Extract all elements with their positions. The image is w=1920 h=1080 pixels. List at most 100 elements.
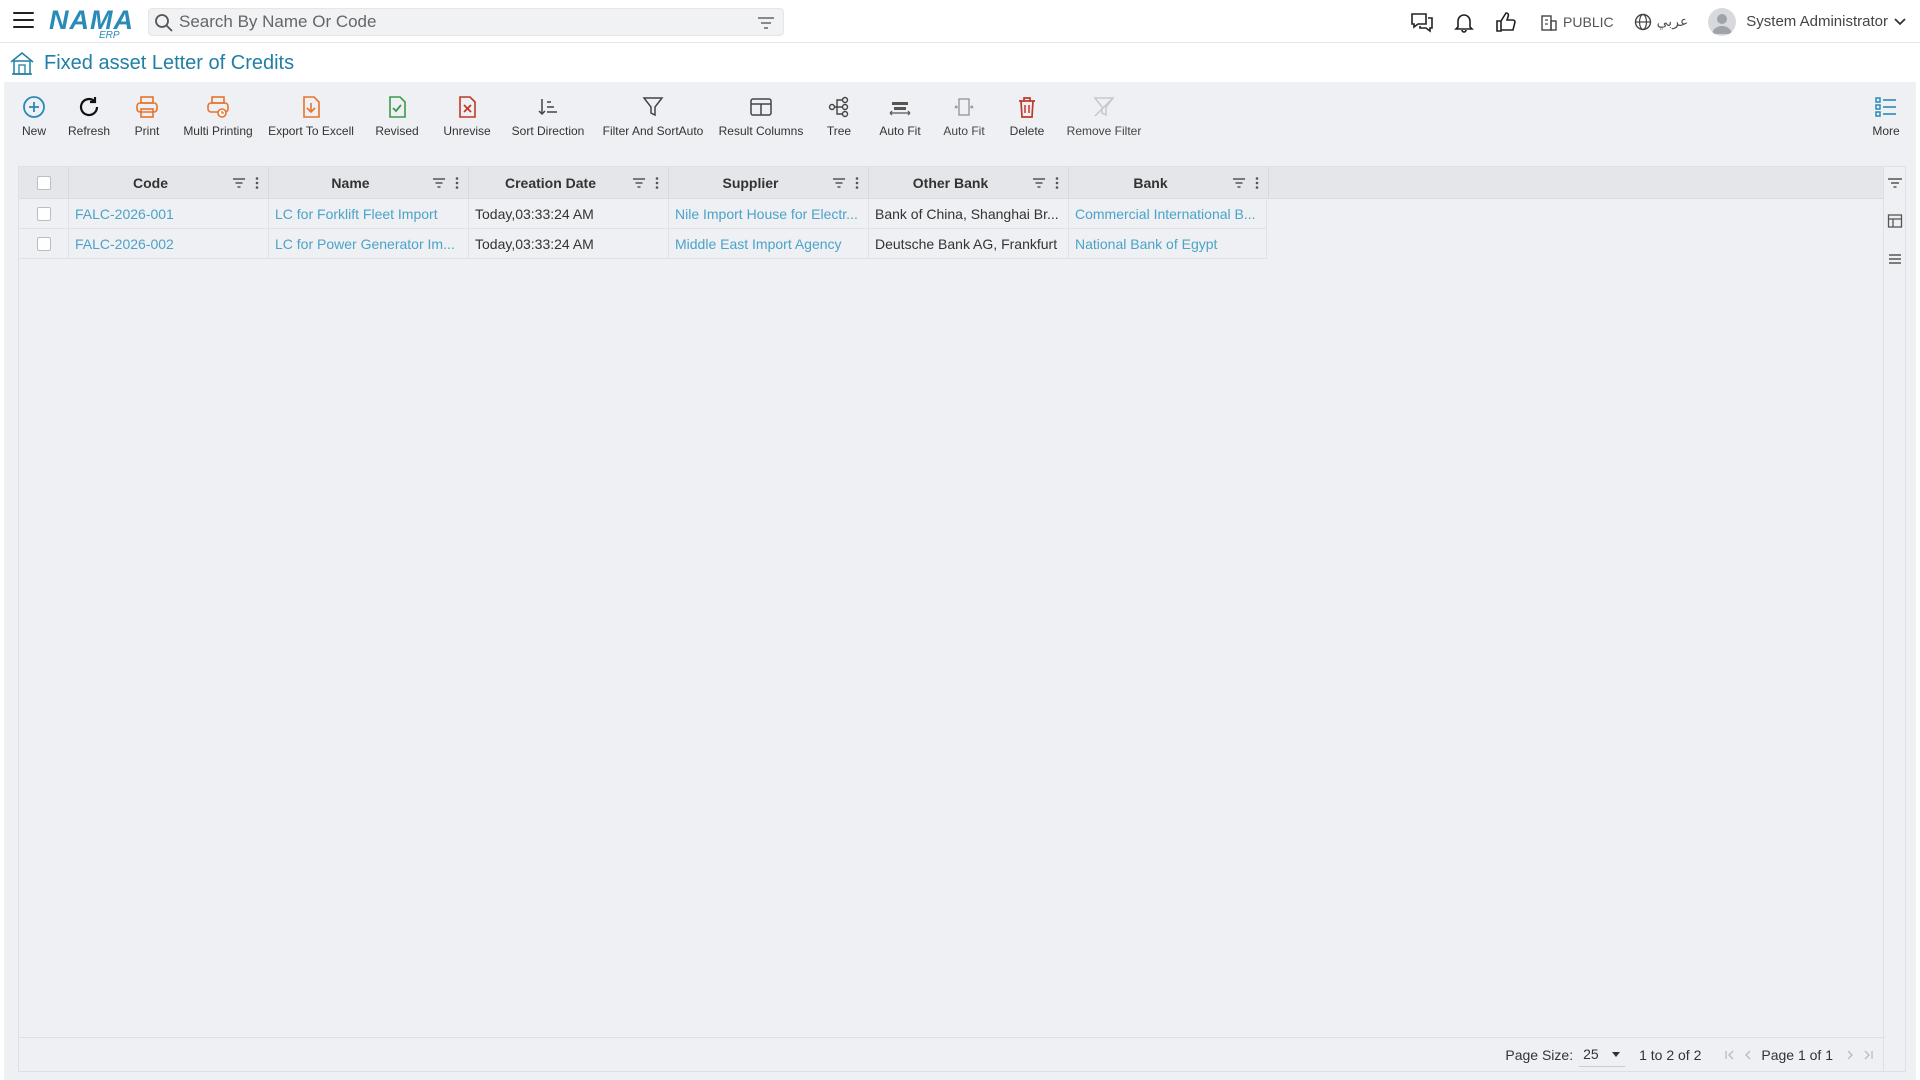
first-page-icon[interactable] bbox=[1723, 1048, 1737, 1062]
column-menu-icon[interactable] bbox=[652, 176, 662, 190]
supplier-cell[interactable]: Nile Import House for Electr... bbox=[669, 199, 869, 229]
chevron-down-icon bbox=[1894, 17, 1906, 25]
column-filter-icon[interactable] bbox=[832, 176, 846, 190]
row-checkbox[interactable] bbox=[36, 237, 51, 251]
export-excel-button[interactable]: Export To Excell bbox=[260, 82, 362, 152]
user-menu[interactable]: System Administrator bbox=[1708, 7, 1908, 36]
filter-lines-icon[interactable] bbox=[1887, 175, 1903, 191]
supplier-cell[interactable]: Middle East Import Agency bbox=[669, 229, 869, 259]
search-filter-icon[interactable] bbox=[757, 14, 775, 32]
page-size-value: 25 bbox=[1583, 1046, 1599, 1062]
language-selector[interactable]: عربي bbox=[1634, 13, 1688, 31]
remove-filter-label: Remove Filter bbox=[1066, 124, 1142, 138]
column-filter-icon[interactable] bbox=[632, 176, 646, 190]
bell-icon[interactable] bbox=[1450, 8, 1478, 36]
auto-fit-alt-button[interactable]: Auto Fit bbox=[932, 82, 996, 152]
column-header-creation-date[interactable]: Creation Date bbox=[469, 167, 669, 199]
column-menu-icon[interactable] bbox=[852, 176, 862, 190]
column-header-bank[interactable]: Bank bbox=[1069, 167, 1269, 199]
nama-erp-logo[interactable]: NAMA ERP bbox=[49, 5, 135, 39]
column-menu-icon[interactable] bbox=[1252, 176, 1262, 190]
page-size-label: Page Size: bbox=[1505, 1046, 1574, 1063]
multi-printing-label: Multi Printing bbox=[183, 124, 253, 138]
code-cell[interactable]: FALC-2026-001 bbox=[69, 199, 269, 229]
more-label: More bbox=[1872, 124, 1900, 138]
export-excel-label: Export To Excell bbox=[268, 124, 354, 138]
top-bar: NAMA ERP PUBLIC عربي System Administra bbox=[0, 0, 1920, 43]
column-menu-icon[interactable] bbox=[1052, 176, 1062, 190]
column-filter-icon[interactable] bbox=[1232, 176, 1246, 190]
column-menu-icon[interactable] bbox=[252, 176, 262, 190]
new-button[interactable]: New bbox=[8, 82, 60, 152]
list-icon[interactable] bbox=[1887, 251, 1903, 267]
creation-date-cell: Today,03:33:24 AM bbox=[469, 229, 669, 259]
bank-cell[interactable]: Commercial International B... bbox=[1069, 199, 1267, 229]
branch-selector[interactable]: PUBLIC bbox=[1540, 13, 1614, 31]
select-all-checkbox[interactable] bbox=[36, 176, 51, 190]
tree-button[interactable]: Tree bbox=[810, 82, 868, 152]
unrevise-label: Unrevise bbox=[443, 124, 491, 138]
code-cell[interactable]: FALC-2026-002 bbox=[69, 229, 269, 259]
revised-button[interactable]: Revised bbox=[362, 82, 432, 152]
column-header-supplier[interactable]: Supplier bbox=[669, 167, 869, 199]
user-name: System Administrator bbox=[1746, 13, 1888, 30]
print-label: Print bbox=[134, 124, 160, 138]
remove-filter-button[interactable]: Remove Filter bbox=[1058, 82, 1150, 152]
more-button[interactable]: More bbox=[1866, 82, 1906, 152]
pagination-footer: Page Size: 25 1 to 2 of 2 Page 1 of 1 bbox=[19, 1037, 1885, 1071]
column-filter-icon[interactable] bbox=[232, 176, 246, 190]
record-range: 1 to 2 of 2 bbox=[1639, 1046, 1702, 1063]
column-header-name[interactable]: Name bbox=[269, 167, 469, 199]
page-size-select[interactable]: 25 bbox=[1579, 1043, 1626, 1067]
page-title-row: Fixed asset Letter of Credits bbox=[0, 44, 1920, 82]
data-grid: Code Name Creation Date Supplier Other B… bbox=[18, 166, 1906, 1072]
result-columns-button[interactable]: Result Columns bbox=[712, 82, 810, 152]
unrevise-icon bbox=[454, 94, 480, 120]
auto-fit-icon bbox=[887, 94, 913, 120]
sort-direction-button[interactable]: Sort Direction bbox=[502, 82, 594, 152]
sort-direction-label: Sort Direction bbox=[511, 124, 585, 138]
prev-page-icon[interactable] bbox=[1741, 1048, 1755, 1062]
multi-printing-button[interactable]: Multi Printing bbox=[176, 82, 260, 152]
column-filter-icon[interactable] bbox=[1032, 176, 1046, 190]
trash-icon bbox=[1014, 94, 1040, 120]
last-page-icon[interactable] bbox=[1861, 1048, 1875, 1062]
table-icon[interactable] bbox=[1887, 213, 1903, 229]
row-select-cell bbox=[19, 229, 69, 259]
column-menu-icon[interactable] bbox=[452, 176, 462, 190]
grid-side-panel bbox=[1883, 167, 1905, 1071]
search-input[interactable] bbox=[179, 11, 739, 33]
creation-date-cell: Today,03:33:24 AM bbox=[469, 199, 669, 229]
chat-icon[interactable] bbox=[1408, 8, 1436, 36]
page-indicator: Page 1 of 1 bbox=[1761, 1046, 1833, 1063]
caret-down-icon bbox=[1612, 1052, 1621, 1057]
print-button[interactable]: Print bbox=[118, 82, 176, 152]
column-header-code[interactable]: Code bbox=[69, 167, 269, 199]
column-header-label: Code bbox=[133, 175, 168, 191]
thumbs-up-icon[interactable] bbox=[1492, 8, 1520, 36]
column-filter-icon[interactable] bbox=[432, 176, 446, 190]
column-header-label: Creation Date bbox=[504, 175, 597, 191]
multi-print-icon bbox=[205, 94, 231, 120]
auto-fit-button[interactable]: Auto Fit bbox=[868, 82, 932, 152]
row-checkbox[interactable] bbox=[36, 207, 51, 221]
bank-cell[interactable]: National Bank of Egypt bbox=[1069, 229, 1267, 259]
row-select-cell bbox=[19, 199, 69, 229]
table-row[interactable]: FALC-2026-001 LC for Forklift Fleet Impo… bbox=[19, 199, 1267, 229]
menu-icon[interactable] bbox=[13, 12, 34, 30]
delete-button[interactable]: Delete bbox=[996, 82, 1058, 152]
avatar bbox=[1708, 7, 1737, 36]
next-page-icon[interactable] bbox=[1843, 1048, 1857, 1062]
columns-icon bbox=[748, 94, 774, 120]
column-header-other-bank[interactable]: Other Bank bbox=[869, 167, 1069, 199]
unrevise-button[interactable]: Unrevise bbox=[432, 82, 502, 152]
table-row[interactable]: FALC-2026-002 LC for Power Generator Im.… bbox=[19, 229, 1267, 259]
auto-fit-label: Auto Fit bbox=[879, 124, 921, 138]
name-cell[interactable]: LC for Power Generator Im... bbox=[269, 229, 469, 259]
name-cell[interactable]: LC for Forklift Fleet Import bbox=[269, 199, 469, 229]
refresh-button[interactable]: Refresh bbox=[60, 82, 118, 152]
auto-fit-alt-icon bbox=[951, 94, 977, 120]
search-box bbox=[148, 8, 784, 36]
filter-sort-auto-button[interactable]: Filter And SortAuto bbox=[594, 82, 712, 152]
toolbar: New Refresh Print Multi Printing Export … bbox=[4, 82, 1916, 152]
